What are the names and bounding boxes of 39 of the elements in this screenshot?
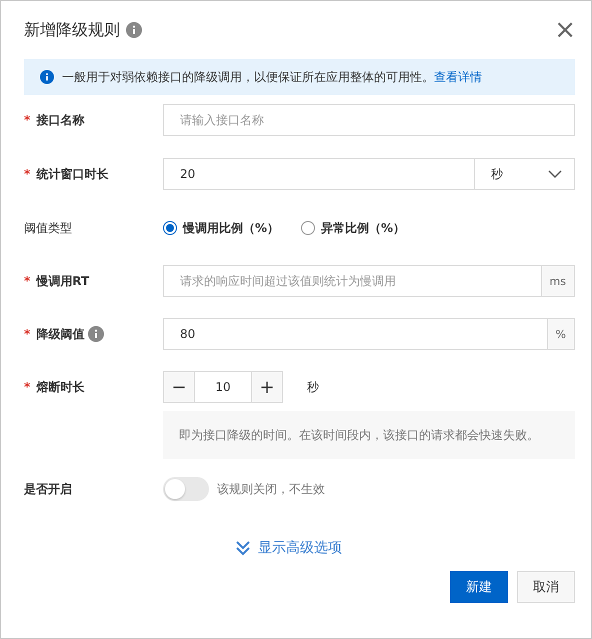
field-label: 慢调用RT (36, 272, 90, 290)
field-label: 接口名称 (36, 112, 84, 128)
unit-suffix: % (548, 318, 575, 350)
required-mark: * (24, 327, 30, 341)
chevron-down-icon (548, 170, 562, 178)
unit-label: 秒 (307, 378, 319, 396)
field-label: 熔断时长 (36, 378, 84, 396)
field-label: 阈值类型 (24, 220, 72, 236)
required-mark: * (24, 274, 30, 288)
required-mark: * (24, 113, 30, 127)
field-label: 降级阈值 (36, 326, 84, 342)
radio-option[interactable]: 慢调用比例（%） (163, 216, 280, 240)
radio-option[interactable]: 异常比例（%） (301, 216, 406, 240)
field-label: 是否开启 (24, 480, 72, 498)
field-label: 统计窗口时长 (36, 166, 108, 182)
cancel-button[interactable]: 取消 (517, 571, 575, 603)
advanced-options-link[interactable]: 显示高级选项 (236, 539, 342, 557)
create-button[interactable]: 新建 (450, 571, 508, 603)
text-field[interactable]: 80 (163, 318, 548, 350)
number-field[interactable]: 20 (163, 158, 475, 190)
required-mark: * (24, 380, 30, 394)
decrement-button[interactable]: − (163, 371, 195, 403)
double-chevron-down-icon (236, 540, 250, 556)
dialog-title: 新增降级规则 (24, 20, 120, 40)
close-button[interactable]: × (554, 17, 576, 43)
switch-hint: 该规则关闭，不生效 (217, 480, 325, 498)
text-field[interactable]: 请求的响应时间超过该值则统计为慢调用 (163, 265, 542, 297)
radio-button[interactable] (301, 221, 316, 235)
increment-button[interactable]: + (251, 371, 283, 403)
unit-suffix: ms (542, 265, 575, 297)
help-note: 即为接口降级的时间。在该时间段内，该接口的请求都会快速失败。 (163, 411, 575, 459)
banner-text: 一般用于对弱依赖接口的降级调用，以便保证所在应用整体的可用性。 (62, 68, 434, 86)
info-icon (40, 70, 54, 84)
required-mark: * (24, 167, 30, 181)
unit-dropdown[interactable]: 秒 (475, 158, 575, 190)
toggle-switch[interactable] (163, 477, 209, 501)
radio-button[interactable] (163, 221, 177, 235)
details-link[interactable]: 查看详情 (434, 68, 482, 86)
text-field[interactable]: 请输入接口名称 (163, 104, 575, 136)
